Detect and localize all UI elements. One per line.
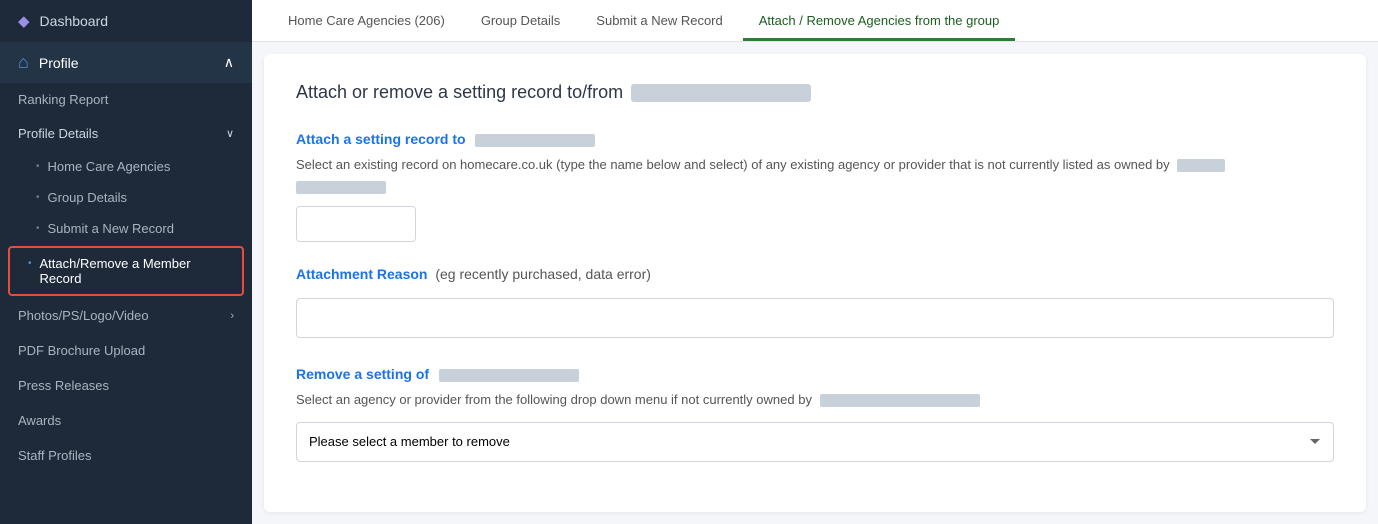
remove-desc-blurred	[820, 394, 980, 407]
home-icon: ⌂	[18, 52, 29, 73]
chevron-right-icon: ›	[230, 310, 234, 322]
sidebar-item-awards[interactable]: Awards	[0, 403, 252, 438]
attach-label-blurred	[475, 134, 595, 147]
page-title-blurred	[631, 84, 811, 102]
sidebar: ◆ Dashboard ⌂ Profile ∧ Ranking Report P…	[0, 0, 252, 524]
attach-desc-text: Select an existing record on homecare.co…	[296, 157, 1170, 172]
sidebar-item-home-care-agencies[interactable]: Home Care Agencies	[0, 151, 252, 182]
tab-submit-new-label: Submit a New Record	[596, 13, 722, 28]
attachment-reason-section: Attachment Reason (eg recently purchased…	[296, 266, 1334, 366]
page-title-prefix: Attach or remove a setting record to/fro…	[296, 82, 623, 103]
main-area: Home Care Agencies (206) Group Details S…	[252, 0, 1378, 524]
sidebar-item-group-details[interactable]: Group Details	[0, 182, 252, 213]
remove-section: Remove a setting of Select an agency or …	[296, 366, 1334, 462]
tab-submit-new-record[interactable]: Submit a New Record	[580, 3, 738, 41]
sidebar-item-ranking-report[interactable]: Ranking Report	[0, 83, 252, 116]
attach-search-input[interactable]	[296, 206, 416, 242]
attachment-reason-input[interactable]	[296, 298, 1334, 338]
attachment-reason-label: Attachment Reason (eg recently purchased…	[296, 266, 1334, 282]
sidebar-home-care-label: Home Care Agencies	[48, 159, 171, 174]
attach-label: Attach a setting record to	[296, 131, 1334, 147]
sidebar-item-staff-profiles[interactable]: Staff Profiles	[0, 438, 252, 473]
tab-home-care-label: Home Care Agencies (206)	[288, 13, 445, 28]
remove-label-text: Remove a setting of	[296, 366, 429, 382]
sidebar-group-details-label: Group Details	[48, 190, 127, 205]
sidebar-item-press-releases[interactable]: Press Releases	[0, 368, 252, 403]
attachment-reason-strong: Attachment Reason	[296, 266, 427, 282]
sidebar-item-attach-remove[interactable]: Attach/Remove a Member Record	[8, 246, 244, 296]
remove-label-blurred	[439, 369, 579, 382]
attach-desc: Select an existing record on homecare.co…	[296, 155, 1334, 194]
attach-label-text: Attach a setting record to	[296, 131, 466, 147]
sidebar-ranking-label: Ranking Report	[18, 92, 108, 107]
page-content: Attach or remove a setting record to/fro…	[264, 54, 1366, 512]
sidebar-press-releases-label: Press Releases	[18, 378, 109, 393]
sidebar-item-photos[interactable]: Photos/PS/Logo/Video ›	[0, 298, 252, 333]
attach-desc-blurred2	[296, 181, 386, 194]
attach-section: Attach a setting record to Select an exi…	[296, 131, 1334, 266]
tab-group-details[interactable]: Group Details	[465, 3, 576, 41]
sidebar-attach-remove-label: Attach/Remove a Member Record	[40, 256, 230, 286]
sidebar-profile-label: Profile	[39, 55, 79, 71]
sidebar-dashboard-label: Dashboard	[40, 13, 109, 29]
remove-desc: Select an agency or provider from the fo…	[296, 390, 1334, 410]
tab-attach-remove[interactable]: Attach / Remove Agencies from the group	[743, 3, 1016, 41]
sidebar-item-profile-details[interactable]: Profile Details ∨	[0, 116, 252, 151]
tab-attach-remove-label: Attach / Remove Agencies from the group	[759, 13, 1000, 28]
sidebar-pdf-label: PDF Brochure Upload	[18, 343, 145, 358]
sidebar-item-profile[interactable]: ⌂ Profile ∧	[0, 42, 252, 83]
sidebar-submit-new-label: Submit a New Record	[48, 221, 174, 236]
chevron-up-icon: ∧	[224, 54, 234, 71]
attach-desc-blurred	[1177, 159, 1225, 172]
remove-label: Remove a setting of	[296, 366, 1334, 382]
diamond-icon: ◆	[18, 12, 30, 30]
tab-group-details-label: Group Details	[481, 13, 560, 28]
sidebar-item-submit-new-record[interactable]: Submit a New Record	[0, 213, 252, 244]
tab-home-care-agencies[interactable]: Home Care Agencies (206)	[272, 3, 461, 41]
sidebar-profile-details-label: Profile Details	[18, 126, 98, 141]
sidebar-staff-profiles-label: Staff Profiles	[18, 448, 91, 463]
page-title: Attach or remove a setting record to/fro…	[296, 82, 1334, 103]
sidebar-item-dashboard[interactable]: ◆ Dashboard	[0, 0, 252, 42]
tab-bar: Home Care Agencies (206) Group Details S…	[252, 0, 1378, 42]
attachment-reason-note: (eg recently purchased, data error)	[435, 266, 651, 282]
remove-desc-text: Select an agency or provider from the fo…	[296, 392, 812, 407]
member-select[interactable]: Please select a member to remove	[296, 422, 1334, 462]
sidebar-photos-label: Photos/PS/Logo/Video	[18, 308, 149, 323]
sidebar-item-pdf[interactable]: PDF Brochure Upload	[0, 333, 252, 368]
chevron-down-icon: ∨	[226, 127, 234, 140]
sidebar-awards-label: Awards	[18, 413, 61, 428]
